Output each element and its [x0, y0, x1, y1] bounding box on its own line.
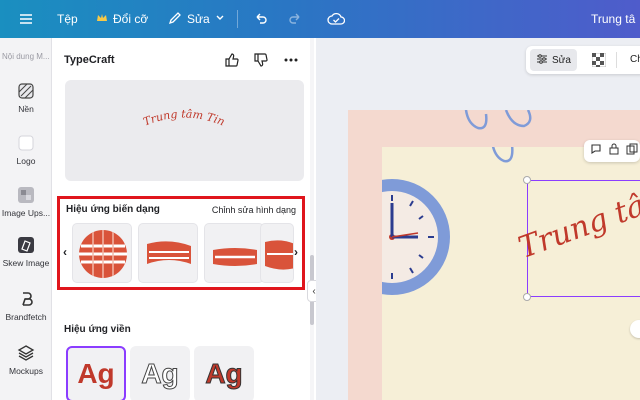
brandfetch-icon: [17, 290, 35, 308]
element-floating-toolbar: [584, 140, 640, 162]
edit-mode-button[interactable]: Sửa: [168, 0, 225, 38]
transparency-icon[interactable]: [591, 52, 607, 72]
document-title-text: Trung tâ: [591, 12, 636, 26]
rail-item-label: Brandfetch: [5, 312, 47, 322]
rail-item-label: Nền: [18, 104, 34, 114]
rail-item-label: Image Ups...: [1, 208, 51, 218]
edit-image-label: Sửa: [552, 54, 571, 66]
rail-item-background[interactable]: Nền: [0, 82, 52, 114]
rail-item-label: Skew Image: [2, 258, 50, 268]
rail-item-brandfetch[interactable]: Brandfetch: [0, 290, 52, 322]
warp-effects-section: Hiệu ứng biến dạng Chỉnh sửa hình dạng ‹: [57, 196, 305, 290]
thumbs-up-icon[interactable]: [224, 52, 240, 68]
rail-top-label: Nội dung M...: [2, 52, 50, 61]
resize-button[interactable]: Đổi cỡ: [96, 0, 148, 38]
border-sample-outline[interactable]: Ag: [130, 346, 190, 400]
svg-text:Trung tâm Tin: Trung tâm Tin: [141, 107, 226, 128]
typecraft-panel: TypeCraft Trung tâm Tin Hiệu ứng biến dạ…: [52, 38, 316, 400]
redo-icon[interactable]: [287, 11, 303, 30]
border-section-title: Hiệu ứng viền: [64, 324, 131, 335]
file-menu-label: Tệp: [57, 12, 78, 26]
chevron-left-icon[interactable]: ‹: [63, 245, 67, 259]
panel-scrollbar-track[interactable]: [310, 38, 314, 400]
blank-square-icon: [17, 134, 35, 152]
edit-shape-link[interactable]: Chỉnh sửa hình dạng: [212, 205, 296, 215]
resize-handle-top-left[interactable]: [523, 176, 531, 184]
preview-text: Trung tâm Tin: [141, 107, 226, 128]
panel-title: TypeCraft: [64, 54, 115, 66]
pencil-icon: [168, 11, 182, 28]
crown-icon: [96, 12, 108, 27]
top-toolbar: Tệp Đổi cỡ Sửa Trung tâ: [0, 0, 640, 38]
hamburger-menu-icon[interactable]: [18, 11, 34, 30]
layers-icon: [17, 344, 35, 362]
rail-item-mockups[interactable]: Mockups: [0, 344, 52, 376]
comment-add-icon[interactable]: [590, 142, 602, 160]
warp-thumb-flag[interactable]: [138, 223, 198, 283]
context-divider: [616, 52, 617, 68]
text-preview: Trung tâm Tin: [65, 80, 304, 181]
warp-thumb-sphere[interactable]: [72, 223, 132, 283]
image-upscale-icon: [17, 186, 35, 204]
toolbar-divider: [237, 10, 238, 28]
file-menu[interactable]: Tệp: [57, 0, 78, 38]
rail-item-label: Logo: [16, 156, 36, 166]
warp-thumb-arch[interactable]: [204, 223, 264, 283]
rail-item-skew-image[interactable]: Skew Image: [0, 236, 52, 268]
thumbs-down-icon[interactable]: [253, 52, 269, 68]
cloud-saved-icon[interactable]: [327, 10, 346, 31]
context-toolbar: Sửa Ch: [526, 46, 640, 74]
more-options-icon[interactable]: [283, 52, 299, 68]
edit-mode-label: Sửa: [187, 12, 210, 26]
hatch-square-icon: [17, 82, 35, 100]
warp-thumb-bulge[interactable]: [260, 223, 294, 283]
border-sample-text: Ag: [141, 358, 179, 390]
border-sample-text: Ag: [205, 358, 243, 390]
chevron-right-icon[interactable]: ›: [294, 245, 298, 259]
sliders-icon: [536, 53, 548, 68]
document-title[interactable]: Trung tâ: [591, 0, 635, 38]
lock-icon[interactable]: [608, 142, 620, 160]
border-sample-filled[interactable]: Ag: [66, 346, 126, 400]
border-sample-stroked[interactable]: Ag: [194, 346, 254, 400]
left-app-rail: Nội dung M... Nền Logo Image Ups... Skew…: [0, 38, 52, 400]
rail-item-logo[interactable]: Logo: [0, 134, 52, 166]
skew-image-icon: [17, 236, 35, 254]
border-sample-text: Ag: [77, 358, 115, 389]
context-partial-label[interactable]: Ch: [630, 54, 640, 65]
warp-section-title: Hiệu ứng biến dạng: [66, 204, 160, 215]
rail-item-image-upscale[interactable]: Image Ups...: [0, 186, 52, 218]
rail-item-label: Mockups: [8, 366, 43, 376]
resize-handle-bottom-left[interactable]: [523, 293, 531, 301]
edit-image-button[interactable]: Sửa: [530, 49, 577, 71]
undo-icon[interactable]: [253, 11, 269, 30]
resize-label: Đổi cỡ: [113, 12, 149, 26]
duplicate-icon[interactable]: [626, 142, 638, 160]
chevron-down-icon: [215, 12, 225, 26]
